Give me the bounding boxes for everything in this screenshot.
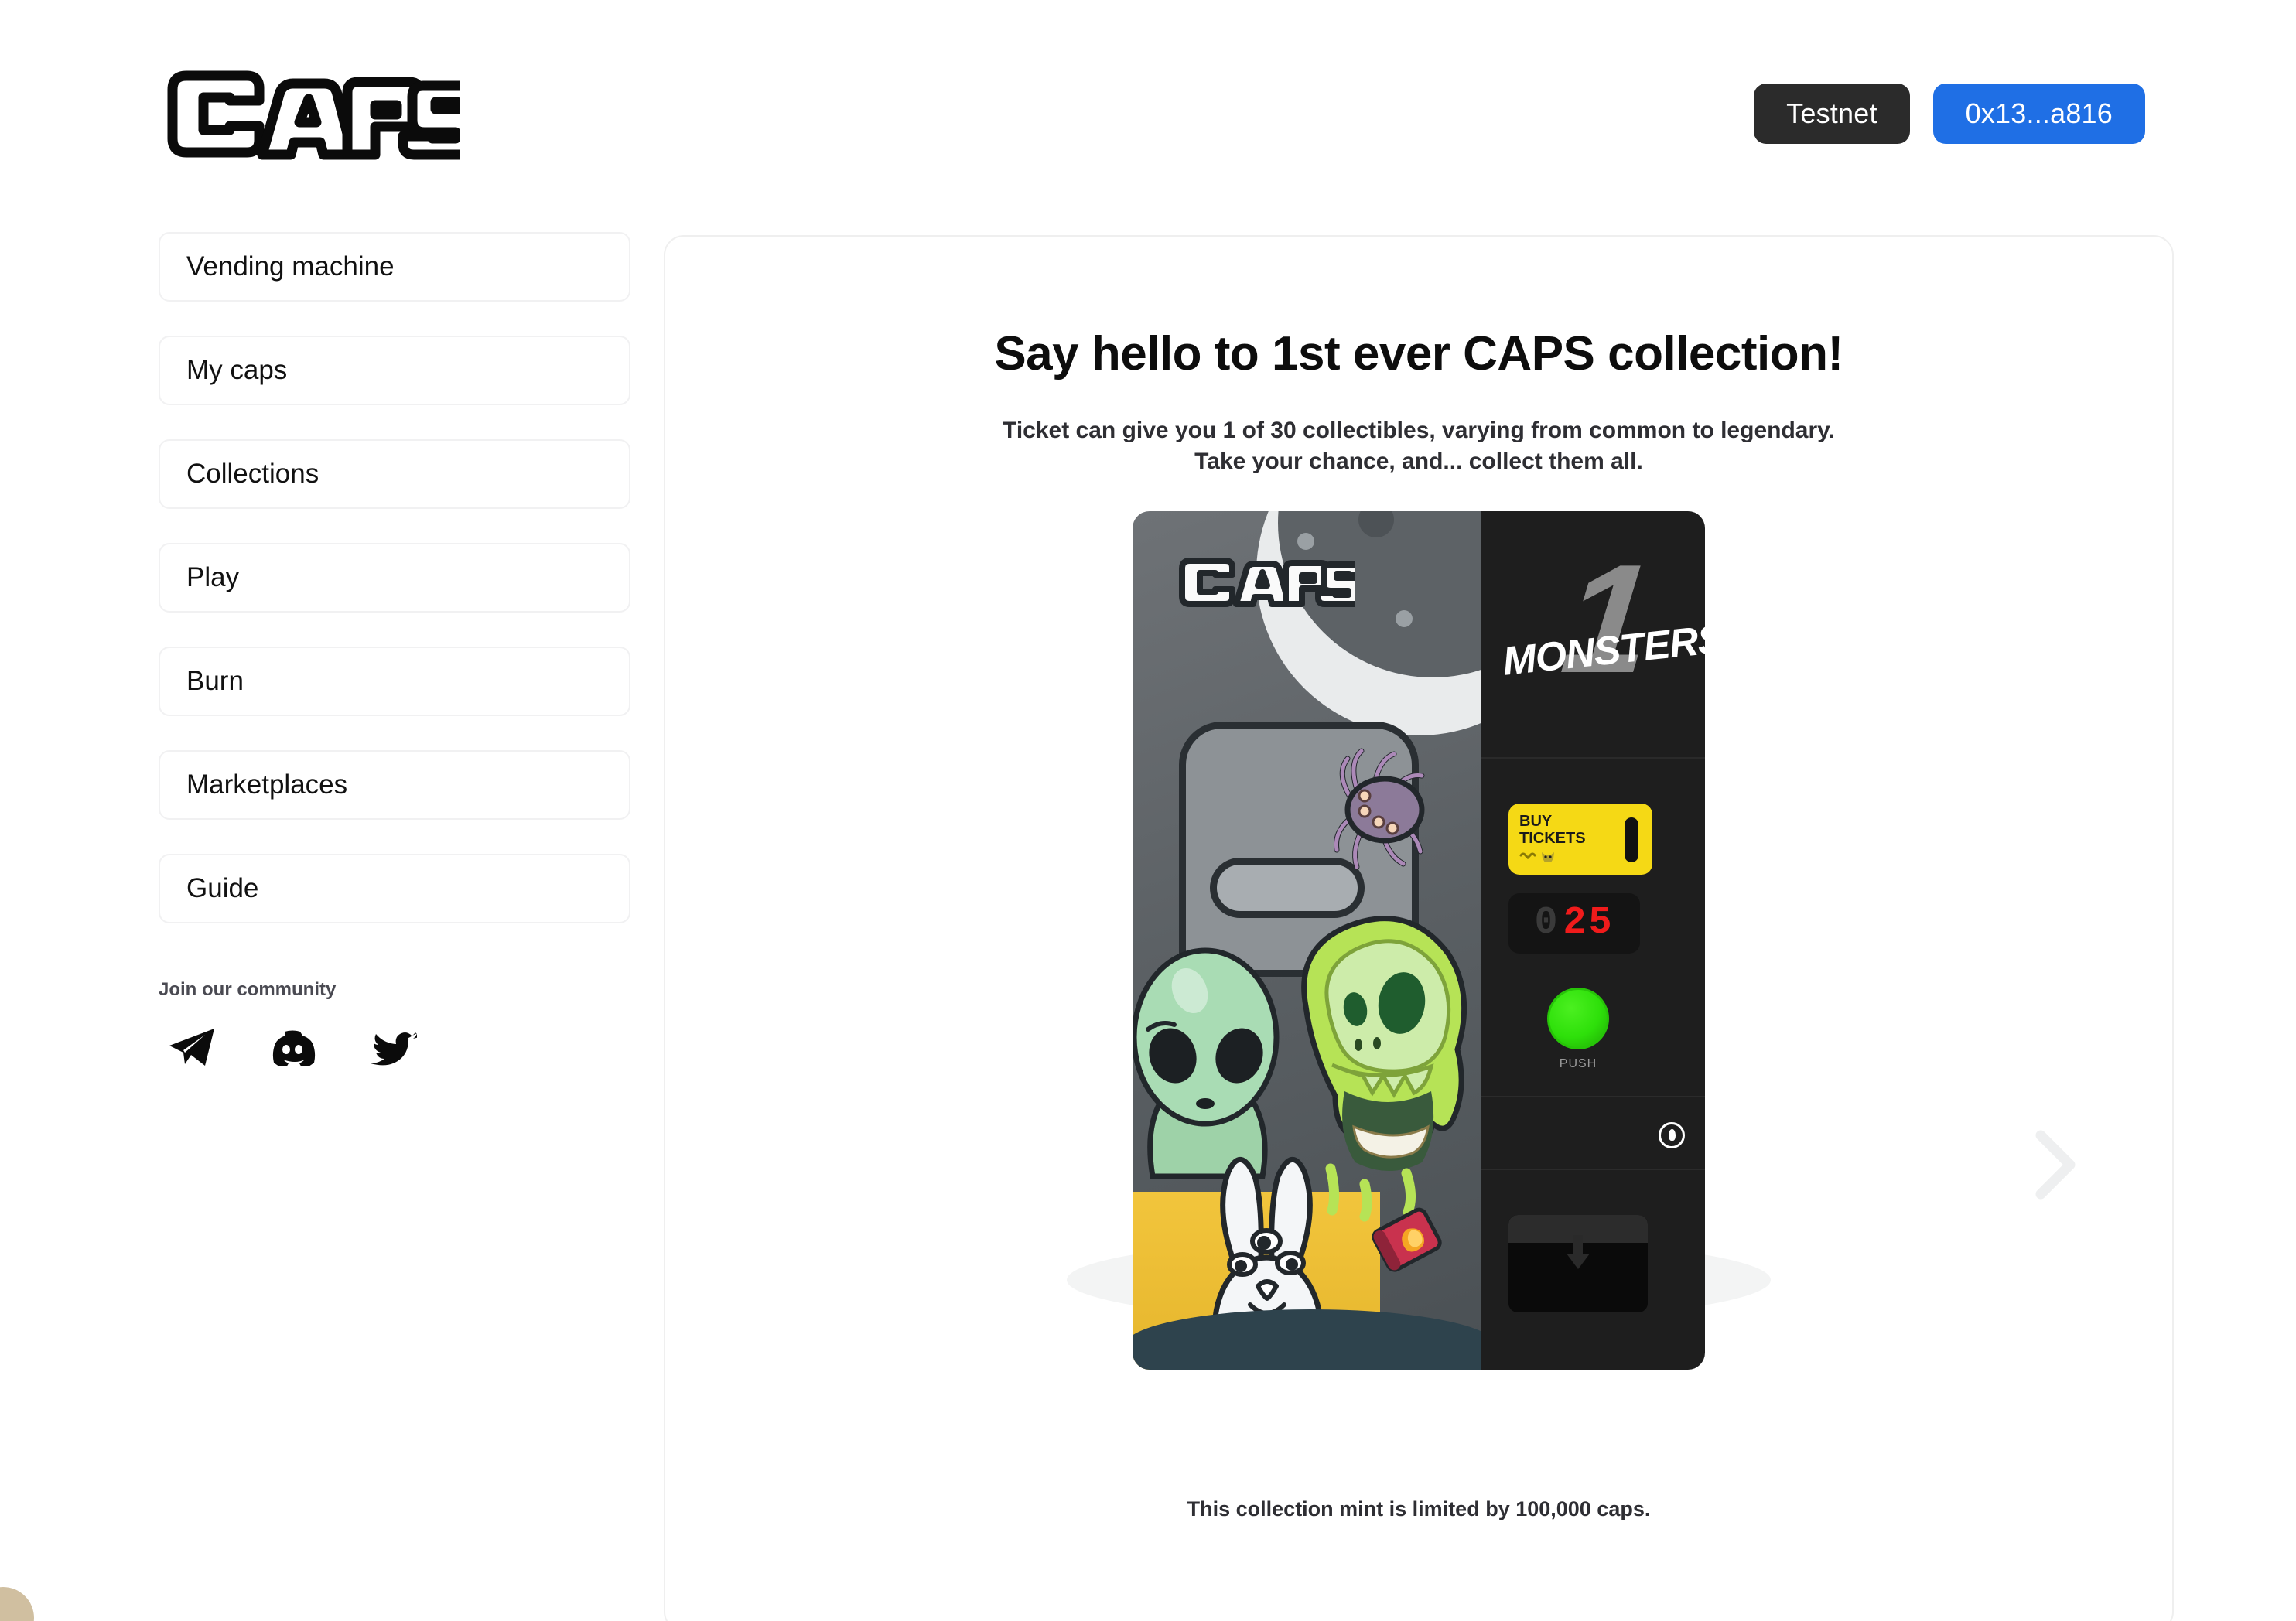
panel-divider bbox=[1481, 1095, 1705, 1097]
app-header: Testnet 0x13...a816 bbox=[0, 0, 2296, 224]
sidebar-item-my-caps[interactable]: My caps bbox=[159, 336, 630, 405]
sidebar-item-vending-machine[interactable]: Vending machine bbox=[159, 232, 630, 302]
walletconnect-icon bbox=[1519, 852, 1536, 864]
art-dot bbox=[1396, 609, 1413, 627]
caps-logo[interactable] bbox=[159, 63, 460, 164]
next-collection-arrow[interactable] bbox=[2028, 1126, 2082, 1203]
social-links bbox=[159, 1027, 630, 1071]
vending-machine-stage: 1 MONSTERS BUY TICKETS 0 25 PUSH bbox=[761, 510, 2076, 1439]
price-value: 25 bbox=[1563, 900, 1614, 945]
panel-divider bbox=[1481, 1168, 1705, 1170]
corner-decoration bbox=[0, 1587, 34, 1621]
art-caps-logo bbox=[1176, 555, 1355, 609]
sidebar-item-collections[interactable]: Collections bbox=[159, 439, 630, 509]
vending-machine[interactable]: 1 MONSTERS BUY TICKETS 0 25 PUSH bbox=[1133, 510, 1705, 1370]
page-subtitle-line2: Take your chance, and... collect them al… bbox=[1194, 448, 1643, 474]
network-button[interactable]: Testnet bbox=[1754, 84, 1910, 144]
art-soda-can bbox=[1365, 1198, 1450, 1287]
sidebar-item-guide[interactable]: Guide bbox=[159, 854, 630, 923]
machine-control-panel: 1 MONSTERS BUY TICKETS 0 25 PUSH bbox=[1481, 510, 1705, 1370]
sidebar: Vending machine My caps Collections Play… bbox=[159, 232, 630, 1071]
page-subtitle-line1: Ticket can give you 1 of 30 collectibles… bbox=[1003, 418, 1835, 443]
machine-branding: 1 MONSTERS bbox=[1481, 511, 1705, 757]
price-display: 0 25 bbox=[1508, 892, 1640, 954]
art-spider bbox=[1307, 729, 1439, 888]
sidebar-item-play[interactable]: Play bbox=[159, 543, 630, 613]
page-title: Say hello to 1st ever CAPS collection! bbox=[994, 327, 1843, 381]
machine-art-panel bbox=[1133, 510, 1481, 1370]
lock-icon[interactable] bbox=[1659, 1121, 1685, 1148]
wallet-address-button[interactable]: 0x13...a816 bbox=[1932, 84, 2145, 144]
sidebar-item-marketplaces[interactable]: Marketplaces bbox=[159, 750, 630, 820]
coin-slot bbox=[1625, 817, 1638, 862]
sidebar-item-burn[interactable]: Burn bbox=[159, 647, 630, 716]
arrow-down-icon bbox=[1563, 1234, 1594, 1276]
push-button-label: PUSH bbox=[1559, 1056, 1597, 1070]
page-subtitle: Ticket can give you 1 of 30 collectibles… bbox=[665, 415, 2172, 477]
main-content-card: Say hello to 1st ever CAPS collection! T… bbox=[664, 235, 2174, 1621]
metamask-icon bbox=[1541, 851, 1555, 865]
header-actions: Testnet 0x13...a816 bbox=[1754, 84, 2145, 144]
mint-limit-note: This collection mint is limited by 100,0… bbox=[1187, 1497, 1651, 1520]
twitter-icon[interactable] bbox=[369, 1027, 419, 1071]
panel-divider bbox=[1481, 756, 1705, 759]
buy-tickets-button[interactable]: BUY TICKETS bbox=[1508, 803, 1652, 875]
art-dot bbox=[1297, 532, 1314, 550]
app-root: Testnet 0x13...a816 Vending machine My c… bbox=[0, 0, 2296, 1621]
wallet-icons bbox=[1519, 851, 1586, 865]
discord-icon[interactable] bbox=[268, 1029, 316, 1070]
buy-tickets-label-line1: BUY bbox=[1519, 812, 1553, 830]
price-leading-zero: 0 bbox=[1534, 900, 1560, 945]
dispense-tray[interactable] bbox=[1508, 1214, 1648, 1312]
telegram-icon[interactable] bbox=[168, 1027, 216, 1071]
art-floor-front bbox=[1133, 1309, 1481, 1370]
buy-tickets-label-line2: TICKETS bbox=[1519, 830, 1586, 848]
community-title: Join our community bbox=[159, 979, 337, 1000]
push-button[interactable] bbox=[1547, 987, 1609, 1049]
